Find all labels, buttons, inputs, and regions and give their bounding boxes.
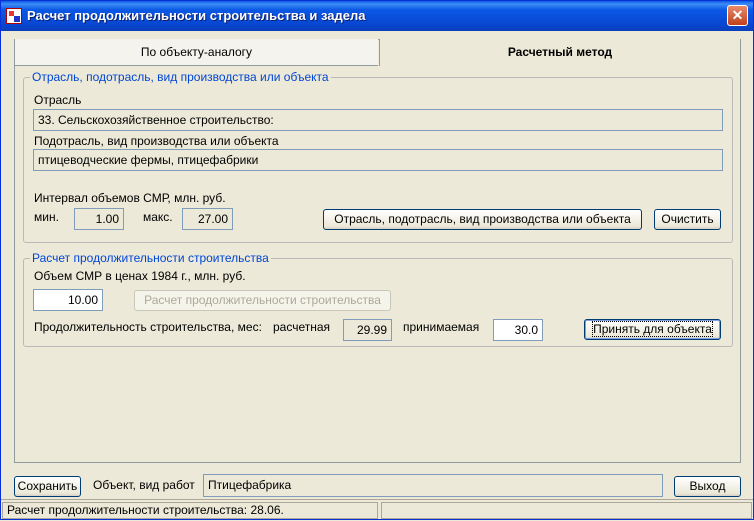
status-left: Расчет продолжительности строительства: … — [2, 502, 378, 519]
subindustry-label: Подотрасль, вид производства или объекта — [34, 134, 279, 148]
app-window: Расчет продолжительности строительства и… — [0, 0, 754, 520]
accepted-duration-input[interactable]: 30.0 — [493, 319, 543, 341]
industry-group-title: Отрасль, подотрасль, вид производства ил… — [30, 70, 331, 84]
object-field: Птицефабрика — [203, 474, 663, 497]
exit-button[interactable]: Выход — [674, 476, 741, 497]
duration-label: Продолжительность строительства, мес: — [34, 320, 262, 334]
accept-for-object-button-label: Принять для объекта — [592, 321, 713, 337]
calculated-label: расчетная — [273, 320, 331, 334]
clear-button[interactable]: Очистить — [654, 209, 721, 230]
max-label: макс. — [143, 210, 173, 224]
clear-button-label: Очистить — [661, 212, 714, 226]
calculate-duration-button[interactable]: Расчет продолжительности строительства — [134, 290, 391, 311]
industry-label: Отрасль — [34, 93, 82, 107]
volume-label: Объем СМР в ценах 1984 г., млн. руб. — [34, 269, 246, 283]
exit-button-label: Выход — [689, 479, 726, 493]
interval-label: Интервал объемов СМР, млн. руб. — [34, 191, 226, 205]
app-icon — [6, 8, 22, 24]
title-bar[interactable]: Расчет продолжительности строительства и… — [1, 1, 753, 31]
subindustry-field: птицеводческие фермы, птицефабрики — [33, 149, 723, 171]
min-label: мин. — [34, 210, 59, 224]
min-volume-field: 1.00 — [74, 208, 124, 230]
window-title: Расчет продолжительности строительства и… — [27, 8, 366, 23]
select-industry-button[interactable]: Отрасль, подотрасль, вид производства ил… — [323, 209, 642, 230]
calculate-duration-button-label: Расчет продолжительности строительства — [144, 293, 381, 307]
object-label: Объект, вид работ — [93, 478, 195, 492]
volume-input[interactable]: 10.00 — [33, 289, 103, 311]
save-button-label: Сохранить — [17, 479, 78, 493]
accept-for-object-button[interactable]: Принять для объекта — [584, 319, 721, 340]
tab-by-analog[interactable]: По объекту-аналогу — [15, 39, 378, 66]
max-volume-field: 27.00 — [182, 208, 233, 230]
status-bar: Расчет продолжительности строительства: … — [1, 499, 753, 521]
tab-calculation-method[interactable]: Расчетный метод — [379, 39, 740, 66]
calculation-group-title: Расчет продолжительности строительства — [30, 251, 271, 265]
save-button[interactable]: Сохранить — [14, 476, 81, 497]
status-right — [381, 502, 752, 519]
industry-field: 33. Сельскохозяйственное строительство: — [33, 109, 723, 131]
accepted-label: принимаемая — [403, 320, 480, 334]
calculated-duration-field: 29.99 — [343, 319, 392, 341]
select-industry-button-label: Отрасль, подотрасль, вид производства ил… — [334, 212, 631, 226]
close-button[interactable]: ✕ — [727, 5, 748, 26]
